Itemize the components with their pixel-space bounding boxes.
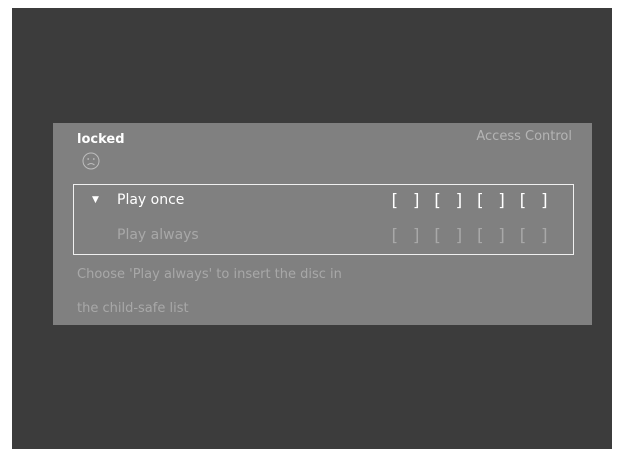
pin-digit-slot[interactable]: [ ] [432,225,466,247]
option-play-once[interactable]: ▼ Play once [ ] [ ] [ ] [ ] [74,187,573,217]
access-control-panel: locked Access Control ▼ Play once [ ] [ … [53,123,592,325]
pin-digit-slot[interactable]: [ ] [389,225,423,247]
lock-status-label: locked [77,132,125,147]
pin-digit-slot[interactable]: [ ] [475,190,509,212]
pin-digit-slot[interactable]: [ ] [432,190,466,212]
help-text-line: the child-safe list [77,301,189,316]
play-options-list: ▼ Play once [ ] [ ] [ ] [ ] Play always … [73,184,574,255]
pin-code-entry[interactable]: [ ] [ ] [ ] [ ] [389,190,551,212]
help-text-line: Choose 'Play always' to insert the disc … [77,267,342,282]
pin-digit-slot[interactable]: [ ] [475,225,509,247]
pin-digit-slot[interactable]: [ ] [389,190,423,212]
sad-face-icon [82,152,100,170]
panel-title: Access Control [476,129,572,144]
pin-code-entry[interactable]: [ ] [ ] [ ] [ ] [389,225,551,247]
pin-digit-slot[interactable]: [ ] [517,190,551,212]
option-label: Play always [117,227,199,243]
tv-screen: locked Access Control ▼ Play once [ ] [ … [12,8,612,449]
triangle-down-icon: ▼ [92,195,99,205]
option-label: Play once [117,192,185,208]
pin-digit-slot[interactable]: [ ] [517,225,551,247]
option-play-always[interactable]: Play always [ ] [ ] [ ] [ ] [74,222,573,252]
